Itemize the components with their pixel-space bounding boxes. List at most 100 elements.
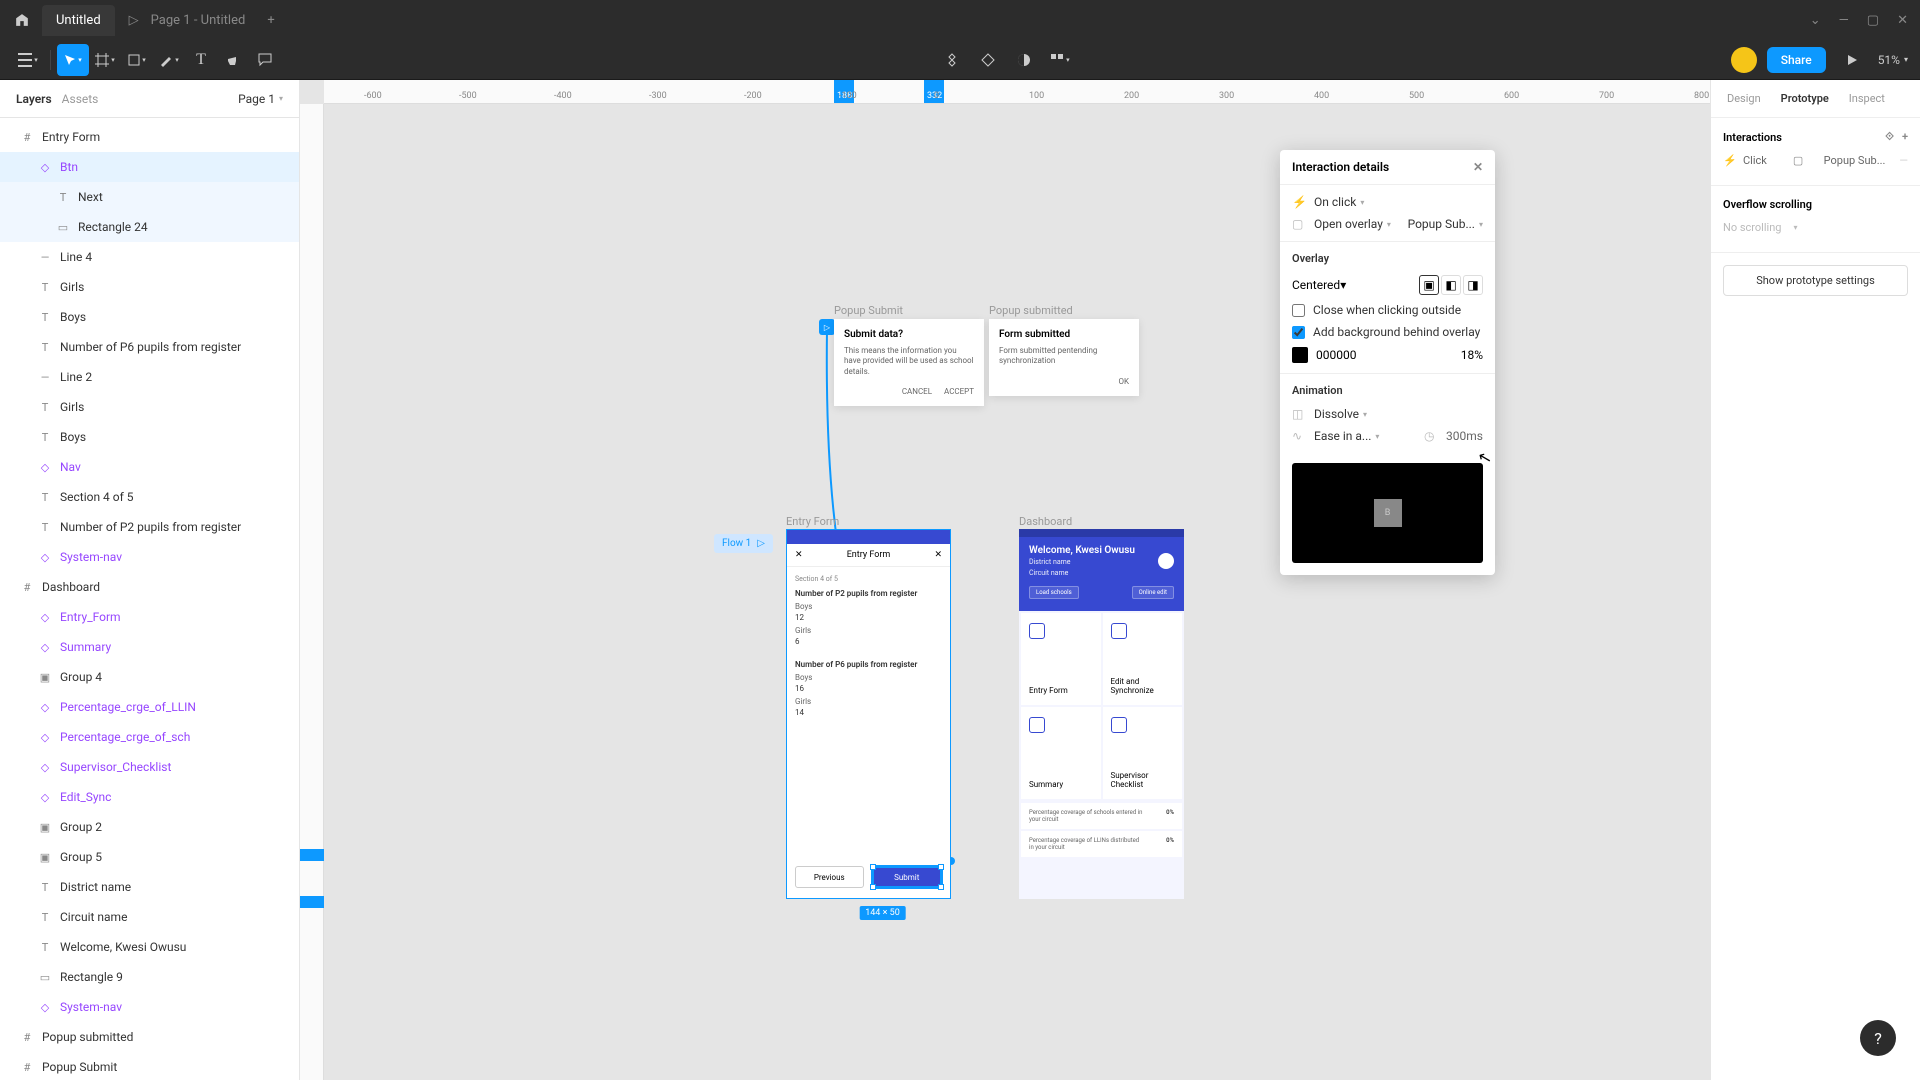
layer-row[interactable]: TGirls xyxy=(0,272,299,302)
layer-type-icon: T xyxy=(38,491,52,504)
duration-input[interactable]: 300ms xyxy=(1446,429,1483,443)
frame-label[interactable]: Entry Form xyxy=(786,515,839,528)
hand-tool[interactable] xyxy=(217,44,249,76)
comment-tool[interactable] xyxy=(249,44,281,76)
add-interaction-icon[interactable]: + xyxy=(1902,130,1908,144)
pos-right-icon[interactable]: ◨ xyxy=(1463,275,1483,295)
frame-tool[interactable]: ▾ xyxy=(89,44,121,76)
shape-tool[interactable]: ▾ xyxy=(121,44,153,76)
layer-row[interactable]: TDistrict name xyxy=(0,872,299,902)
layer-row[interactable]: TNumber of P2 pupils from register xyxy=(0,512,299,542)
remove-icon[interactable]: — xyxy=(1899,154,1908,167)
present-icon[interactable] xyxy=(1836,44,1868,76)
layers-tab[interactable]: Layers xyxy=(16,92,62,106)
layout-icon[interactable]: ▾ xyxy=(1044,44,1076,76)
bg-overlay-checkbox[interactable]: Add background behind overlay xyxy=(1292,325,1483,339)
pos-center-icon[interactable]: ▣ xyxy=(1419,275,1439,295)
inspect-tab[interactable]: Inspect xyxy=(1841,92,1893,105)
move-tool[interactable]: ▾ xyxy=(57,44,89,76)
interaction-row[interactable]: ⚡ Click ▢ Popup Sub... — xyxy=(1723,154,1908,167)
share-button[interactable]: Share xyxy=(1767,47,1826,73)
layer-row[interactable]: ▭Rectangle 24 xyxy=(0,212,299,242)
zoom-level[interactable]: 51%▾ xyxy=(1878,53,1908,67)
layer-row[interactable]: —Line 2 xyxy=(0,362,299,392)
color-swatch[interactable] xyxy=(1292,347,1308,363)
pen-tool[interactable]: ▾ xyxy=(153,44,185,76)
layer-row[interactable]: ▭Rectangle 9 xyxy=(0,962,299,992)
animation-type-select[interactable]: Dissolve▾ xyxy=(1314,407,1483,421)
position-select[interactable]: Centered▾ xyxy=(1292,278,1346,292)
layer-row[interactable]: TBoys xyxy=(0,422,299,452)
mask-icon[interactable] xyxy=(972,44,1004,76)
layer-row[interactable]: ▣Group 4 xyxy=(0,662,299,692)
new-tab[interactable]: + xyxy=(267,13,274,28)
interactions-detail-icon[interactable]: ⟐ xyxy=(1885,130,1894,144)
layer-row[interactable]: TWelcome, Kwesi Owusu xyxy=(0,932,299,962)
layer-row[interactable]: TSection 4 of 5 xyxy=(0,482,299,512)
layer-row[interactable]: ◇Percentage_crge_of_sch xyxy=(0,722,299,752)
frame-label[interactable]: Popup Submit xyxy=(834,304,903,317)
frame-popup-submitted[interactable]: Form submitted Form submitted pentending… xyxy=(989,319,1139,396)
layer-row[interactable]: ◇System-nav xyxy=(0,992,299,1022)
layer-row[interactable]: ▣Group 5 xyxy=(0,842,299,872)
file-tab-1[interactable]: Untitled xyxy=(42,5,115,36)
figma-menu[interactable] xyxy=(12,10,32,30)
chevron-down-icon[interactable]: ⌄ xyxy=(1810,13,1821,28)
layer-row[interactable]: ◇Nav xyxy=(0,452,299,482)
layer-row[interactable]: TNumber of P6 pupils from register xyxy=(0,332,299,362)
layer-row[interactable]: #Popup Submit xyxy=(0,1052,299,1080)
user-avatar[interactable] xyxy=(1731,47,1757,73)
layer-row[interactable]: #Dashboard xyxy=(0,572,299,602)
show-prototype-settings-button[interactable]: Show prototype settings xyxy=(1723,265,1908,296)
color-opacity[interactable]: 18% xyxy=(1461,348,1483,362)
text-tool[interactable]: T xyxy=(185,44,217,76)
frame-entry-form[interactable]: ✕Entry Form✕ Section 4 of 5 Number of P2… xyxy=(786,529,951,899)
main-menu[interactable]: ▾ xyxy=(12,44,44,76)
layer-row[interactable]: TNext xyxy=(0,182,299,212)
layer-row[interactable]: ◇Btn xyxy=(0,152,299,182)
easing-select[interactable]: Ease in a...▾ xyxy=(1314,429,1416,443)
color-hex[interactable]: 000000 xyxy=(1316,348,1356,362)
layer-row[interactable]: ◇System-nav xyxy=(0,542,299,572)
layer-row[interactable]: TGirls xyxy=(0,392,299,422)
frame-popup-submit[interactable]: Submit data? This means the information … xyxy=(834,319,984,406)
assets-tab[interactable]: Assets xyxy=(62,92,109,106)
layer-row[interactable]: TCircuit name xyxy=(0,902,299,932)
flow-starting-point[interactable]: Flow 1▷ xyxy=(714,534,773,553)
close-outside-checkbox[interactable]: Close when clicking outside xyxy=(1292,303,1483,317)
layer-type-icon: ◇ xyxy=(38,551,52,564)
prototype-tab[interactable]: Prototype xyxy=(1773,92,1837,105)
frame-label[interactable]: Dashboard xyxy=(1019,515,1072,528)
minimize-icon[interactable]: — xyxy=(1839,13,1849,28)
layer-row[interactable]: —Line 4 xyxy=(0,242,299,272)
layer-row[interactable]: ◇Supervisor_Checklist xyxy=(0,752,299,782)
target-select[interactable]: Popup Sub...▾ xyxy=(1408,217,1483,231)
boolean-icon[interactable] xyxy=(1008,44,1040,76)
submit-button-selected[interactable]: Submit xyxy=(872,866,943,888)
canvas[interactable]: 188 332 -600-500-400-300-200-10001002003… xyxy=(300,80,1710,1080)
layer-row[interactable]: ▣Group 2 xyxy=(0,812,299,842)
design-tab[interactable]: Design xyxy=(1719,92,1769,105)
close-icon[interactable]: ✕ xyxy=(1473,160,1483,174)
overflow-select[interactable]: No scrolling▾ xyxy=(1723,221,1908,234)
action-select[interactable]: Open overlay▾ xyxy=(1314,217,1400,231)
page-selector[interactable]: Page 1▾ xyxy=(238,92,283,106)
layer-row[interactable]: ◇Edit_Sync xyxy=(0,782,299,812)
close-icon[interactable]: ✕ xyxy=(1897,13,1908,28)
layer-type-icon: T xyxy=(38,881,52,894)
layer-row[interactable]: #Popup submitted xyxy=(0,1022,299,1052)
help-button[interactable]: ? xyxy=(1860,1020,1896,1056)
pos-left-icon[interactable]: ◧ xyxy=(1441,275,1461,295)
layer-row[interactable]: ◇Summary xyxy=(0,632,299,662)
frame-label[interactable]: Popup submitted xyxy=(989,304,1073,317)
layer-row[interactable]: TBoys xyxy=(0,302,299,332)
layer-row[interactable]: ◇Entry_Form xyxy=(0,602,299,632)
file-tab-2[interactable]: ▷Page 1 - Untitled xyxy=(115,5,260,36)
layer-row[interactable]: ◇Percentage_crge_of_LLIN xyxy=(0,692,299,722)
trigger-select[interactable]: On click▾ xyxy=(1314,195,1483,209)
component-icon[interactable] xyxy=(936,44,968,76)
frame-dashboard[interactable]: Welcome, Kwesi Owusu District name Circu… xyxy=(1019,529,1184,899)
prototype-origin-icon[interactable]: ▷ xyxy=(819,319,835,335)
maximize-icon[interactable]: ▢ xyxy=(1867,13,1879,28)
layer-row[interactable]: #Entry Form xyxy=(0,122,299,152)
